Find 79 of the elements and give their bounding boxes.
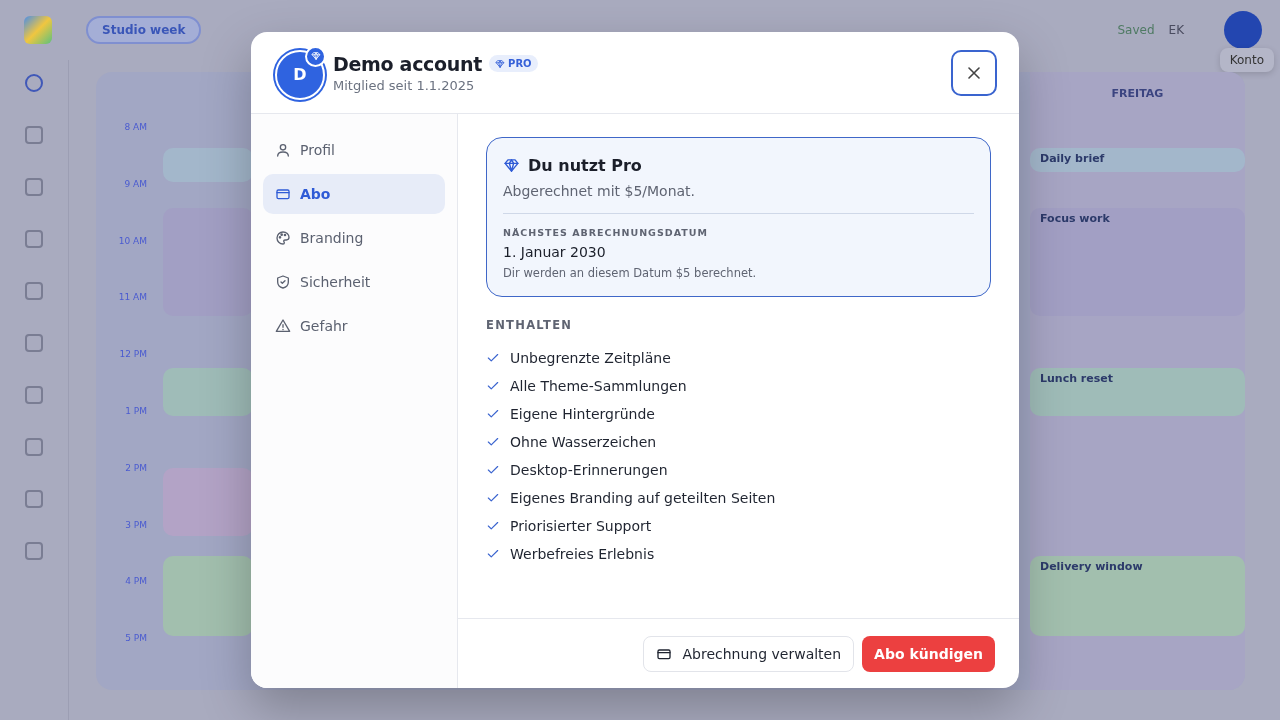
checkmark-icon: [486, 379, 500, 393]
sidebar-icon[interactable]: [25, 74, 43, 92]
event-block[interactable]: [163, 368, 253, 416]
user-avatar: D: [275, 49, 325, 100]
user-initials: EK: [1168, 23, 1184, 37]
time-label: 8 AM: [124, 122, 148, 134]
time-label: 12 PM: [119, 349, 148, 362]
credit-card-icon: [275, 186, 291, 202]
feature-item: Alle Theme-Sammlungen: [510, 378, 687, 394]
event-card[interactable]: Lunch reset: [1030, 368, 1245, 416]
time-label: 10 AM: [118, 235, 148, 248]
close-button[interactable]: [951, 49, 997, 96]
feature-item: Priorisierter Support: [510, 518, 652, 534]
diamond-icon: [310, 51, 321, 61]
event-block[interactable]: [163, 208, 253, 316]
checkmark-icon: [486, 491, 500, 505]
checkmark-icon: [486, 547, 500, 561]
checkmark-icon: [486, 463, 500, 477]
palette-icon: [275, 230, 291, 246]
sidebar-icon[interactable]: [25, 438, 43, 456]
feature-item: Eigenes Branding auf geteilten Seiten: [510, 490, 776, 506]
diamond-icon: [503, 157, 520, 174]
included-heading: ENTHALTEN: [486, 318, 574, 332]
person-icon: [275, 142, 291, 158]
checkmark-icon: [486, 407, 500, 421]
feature-item: Werbefreies Erlebnis: [510, 546, 655, 562]
plan-title: Du nutzt Pro: [528, 156, 642, 175]
time-label: 11 AM: [118, 292, 148, 305]
checkmark-icon: [486, 519, 500, 533]
shield-check-icon: [275, 274, 291, 290]
sidebar-icon[interactable]: [25, 490, 43, 508]
sidebar-icon[interactable]: [25, 178, 43, 196]
sidebar-icon[interactable]: [25, 542, 43, 560]
feature-item: Eigene Hintergründe: [510, 406, 655, 422]
nav-item[interactable]: Abo: [263, 174, 445, 214]
diamond-icon: [495, 58, 506, 69]
time-label: 2 PM: [125, 462, 148, 475]
pro-badge: PRO: [489, 55, 538, 72]
account-name: Demo account: [333, 52, 483, 75]
next-billing-label: NÄCHSTES ABRECHNUNGSDATUM: [503, 227, 709, 238]
time-label: 5 PM: [125, 633, 148, 646]
sidebar-icon[interactable]: [25, 282, 43, 300]
event-block[interactable]: [163, 556, 253, 636]
nav-item[interactable]: Branding: [263, 218, 445, 258]
event-card[interactable]: Daily brief: [1030, 148, 1245, 172]
member-since: Mitglied seit 1.1.2025: [333, 77, 476, 93]
sidebar-icon[interactable]: [25, 230, 43, 248]
cancel-subscription-button[interactable]: Abo kündigen: [862, 635, 995, 672]
sidebar-icon[interactable]: [25, 334, 43, 352]
feature-item: Unbegrenzte Zeitpläne: [510, 350, 671, 366]
time-label: 4 PM: [125, 576, 148, 589]
billing-note: Dir werden an diesem Datum $5 berechnet.: [503, 266, 758, 280]
billing-text: Abgerechnet mit $5/Monat.: [503, 183, 697, 199]
time-label: 3 PM: [125, 519, 148, 532]
feature-item: Desktop-Erinnerungen: [510, 462, 668, 478]
sidebar-icon[interactable]: [25, 386, 43, 404]
warning-triangle-icon: [275, 318, 291, 334]
nav-item[interactable]: Profil: [263, 130, 445, 170]
account-tooltip: Konto: [1219, 48, 1274, 72]
close-icon: [968, 66, 980, 79]
next-billing-date: 1. Januar 2030: [503, 244, 607, 260]
nav-item[interactable]: Gefahr: [263, 306, 445, 346]
sidebar-icon[interactable]: [25, 126, 43, 144]
time-label: 9 AM: [124, 178, 148, 191]
save-status: Saved: [1117, 23, 1155, 37]
event-block[interactable]: [163, 468, 253, 536]
event-block[interactable]: [163, 148, 253, 182]
app-logo-icon: [24, 16, 52, 44]
account-avatar[interactable]: [1224, 11, 1262, 49]
day-header: FREITAG: [1110, 86, 1165, 102]
feature-item: Ohne Wasserzeichen: [510, 434, 657, 450]
manage-billing-button[interactable]: Abrechnung verwalten: [643, 635, 855, 672]
checkmark-icon: [486, 435, 500, 449]
time-label: 1 PM: [125, 406, 148, 418]
event-card[interactable]: Focus work: [1030, 208, 1245, 316]
nav-item[interactable]: Sicherheit: [263, 262, 445, 302]
event-card[interactable]: Delivery window: [1030, 556, 1245, 636]
checkmark-icon: [486, 351, 500, 365]
schedule-tab[interactable]: Studio week: [86, 16, 202, 44]
